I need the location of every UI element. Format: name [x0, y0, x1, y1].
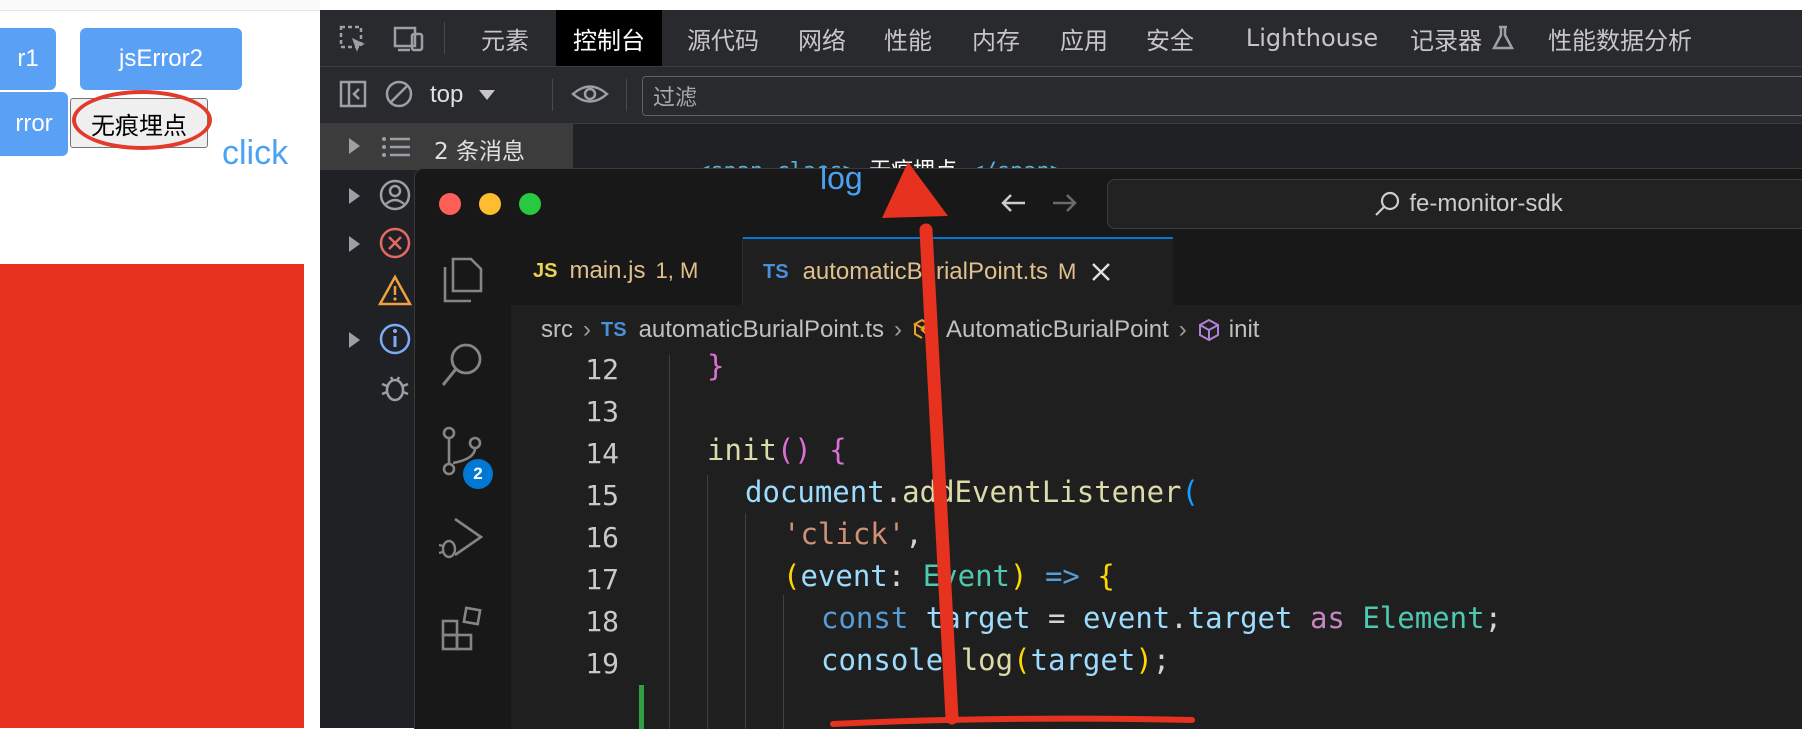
annotation-arrow [830, 162, 1195, 727]
